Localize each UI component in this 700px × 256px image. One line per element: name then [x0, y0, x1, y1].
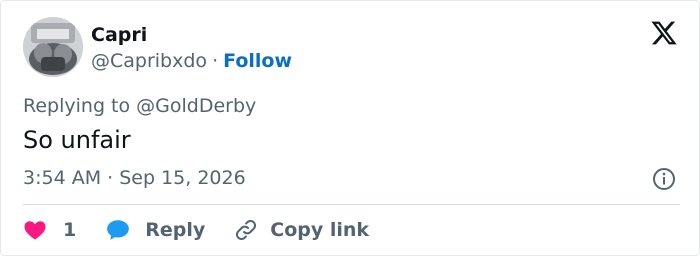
- reply-label: Reply: [145, 219, 206, 241]
- chat-bubble-icon: [107, 220, 130, 240]
- reply-button[interactable]: Reply: [105, 217, 205, 243]
- follow-link[interactable]: Follow: [223, 50, 292, 72]
- like-button[interactable]: 1: [23, 218, 76, 242]
- author-handle-row: @Capribxdo · Follow: [91, 49, 292, 73]
- divider: [23, 204, 680, 205]
- avatar[interactable]: [23, 17, 83, 77]
- replying-to[interactable]: Replying to @GoldDerby: [23, 94, 256, 118]
- copy-link-label: Copy link: [270, 219, 370, 241]
- author-display-name[interactable]: Capri: [91, 23, 147, 47]
- action-bar: 1 Reply Copy link: [23, 215, 369, 245]
- like-count: 1: [63, 219, 77, 241]
- author-handle[interactable]: @Capribxdo: [91, 50, 207, 72]
- tweet-text: So unfair: [23, 126, 131, 154]
- heart-icon: [24, 221, 46, 240]
- avatar-image: [23, 17, 83, 77]
- tweet-timestamp[interactable]: 3:54 AM · Sep 15, 2026: [23, 166, 246, 190]
- link-icon: [236, 219, 257, 241]
- copy-link-button[interactable]: Copy link: [234, 218, 369, 242]
- info-icon[interactable]: [652, 167, 676, 191]
- x-logo-icon[interactable]: [650, 19, 678, 47]
- separator-dot: ·: [212, 50, 219, 72]
- tweet-card: Capri @Capribxdo · Follow Replying to @Gol…: [0, 0, 700, 256]
